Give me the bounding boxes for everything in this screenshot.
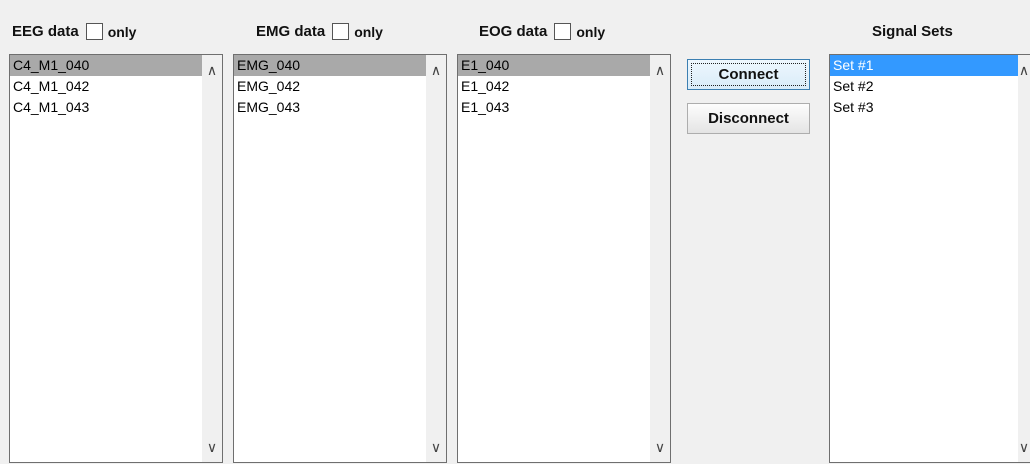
scroll-down-arrow-icon[interactable]: ∨ — [650, 440, 670, 454]
eog-list-item[interactable]: E1_042 — [458, 76, 650, 97]
eog-header: EOG data only — [479, 23, 605, 40]
eeg-list-item[interactable]: C4_M1_043 — [10, 97, 202, 118]
emg-list-item[interactable]: EMG_043 — [234, 97, 426, 118]
emg-only-label[interactable]: only — [354, 24, 383, 40]
connect-button[interactable]: Connect — [687, 59, 810, 90]
eeg-only-checkbox[interactable] — [85, 23, 103, 40]
emg-label: EMG data — [256, 23, 326, 40]
eeg-label: EEG data — [12, 23, 79, 40]
eeg-only-label[interactable]: only — [108, 24, 137, 40]
signal-sets-items: Set #1 Set #2 Set #3 — [830, 55, 1018, 118]
emg-header: EMG data only — [256, 23, 383, 40]
disconnect-button[interactable]: Disconnect — [687, 103, 810, 134]
signal-sets-label: Signal Sets — [872, 23, 953, 40]
emg-listbox[interactable]: EMG_040 EMG_042 EMG_043 ∧ ∨ — [233, 54, 447, 463]
signal-set-item[interactable]: Set #3 — [830, 97, 1018, 118]
signal-sets-header: Signal Sets — [872, 23, 953, 40]
scroll-down-arrow-icon[interactable]: ∨ — [202, 440, 222, 454]
disconnect-button-label: Disconnect — [708, 110, 789, 127]
eeg-header: EEG data only — [12, 23, 136, 40]
signal-sets-listbox[interactable]: Set #1 Set #2 Set #3 ∧ ∨ — [829, 54, 1030, 463]
scroll-up-arrow-icon[interactable]: ∧ — [426, 63, 446, 77]
eog-list-item[interactable]: E1_040 — [458, 55, 650, 76]
scroll-down-arrow-icon[interactable]: ∨ — [1018, 440, 1030, 454]
signal-connection-panel: EEG data only C4_M1_040 C4_M1_042 C4_M1_… — [0, 0, 1030, 464]
eog-label: EOG data — [479, 23, 548, 40]
signal-sets-scrollbar[interactable]: ∧ ∨ — [1018, 55, 1030, 462]
signal-set-item[interactable]: Set #1 — [830, 55, 1018, 76]
eog-scrollbar[interactable]: ∧ ∨ — [650, 55, 670, 462]
eeg-scrollbar[interactable]: ∧ ∨ — [202, 55, 222, 462]
eeg-items: C4_M1_040 C4_M1_042 C4_M1_043 — [10, 55, 202, 118]
scroll-up-arrow-icon[interactable]: ∧ — [650, 63, 670, 77]
focus-ring — [691, 63, 806, 86]
emg-scrollbar[interactable]: ∧ ∨ — [426, 55, 446, 462]
scroll-up-arrow-icon[interactable]: ∧ — [1018, 63, 1030, 77]
eog-only-label[interactable]: only — [576, 24, 605, 40]
emg-items: EMG_040 EMG_042 EMG_043 — [234, 55, 426, 118]
scroll-down-arrow-icon[interactable]: ∨ — [426, 440, 446, 454]
eeg-list-item[interactable]: C4_M1_042 — [10, 76, 202, 97]
emg-list-item[interactable]: EMG_040 — [234, 55, 426, 76]
signal-set-item[interactable]: Set #2 — [830, 76, 1018, 97]
eog-items: E1_040 E1_042 E1_043 — [458, 55, 650, 118]
eog-only-checkbox[interactable] — [554, 23, 572, 40]
eog-list-item[interactable]: E1_043 — [458, 97, 650, 118]
emg-only-checkbox[interactable] — [332, 23, 350, 40]
scroll-up-arrow-icon[interactable]: ∧ — [202, 63, 222, 77]
eeg-list-item[interactable]: C4_M1_040 — [10, 55, 202, 76]
eog-listbox[interactable]: E1_040 E1_042 E1_043 ∧ ∨ — [457, 54, 671, 463]
eeg-listbox[interactable]: C4_M1_040 C4_M1_042 C4_M1_043 ∧ ∨ — [9, 54, 223, 463]
emg-list-item[interactable]: EMG_042 — [234, 76, 426, 97]
